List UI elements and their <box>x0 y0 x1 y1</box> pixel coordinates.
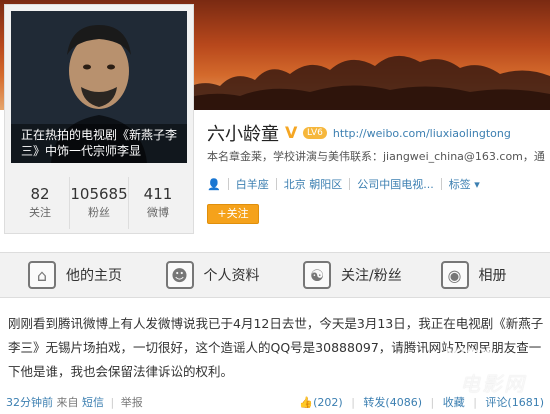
avatar-card: 正在热拍的电视剧《新燕子李三》中饰一代宗师李显 82 关注 105685 粉丝 … <box>4 4 194 234</box>
banner-trees-image <box>180 55 550 110</box>
camera-icon: ◉ <box>440 261 469 289</box>
profile-name: 六小龄童 <box>207 124 279 145</box>
tab-home[interactable]: ⌂ 他的主页 <box>0 253 138 297</box>
profile-contact: 本名章金莱，学校讲演与美伟联系：jiangwei_china@163.com，通 <box>207 150 545 163</box>
divider <box>227 178 229 190</box>
profile-stats: 82 关注 105685 粉丝 411 微博 <box>11 177 187 229</box>
profile-icon: ☻ <box>165 261 194 289</box>
tags-dropdown[interactable]: 标签 <box>449 176 471 192</box>
divider: | <box>351 396 355 409</box>
profile-name-row: 六小龄童 V LV6 http://weibo.com/liuxiaolingt… <box>207 120 511 146</box>
tab-label: 他的主页 <box>66 268 122 284</box>
post-source-link[interactable]: 短信 <box>82 396 104 409</box>
tab-follow[interactable]: ☯ 关注/粉丝 <box>275 253 413 297</box>
follow-icon: ☯ <box>303 261 331 289</box>
avatar[interactable]: 正在热拍的电视剧《新燕子李三》中饰一代宗师李显 <box>11 11 187 163</box>
like-button[interactable]: (202) <box>313 396 343 409</box>
company-tag[interactable]: 公司中国电视... <box>357 176 434 192</box>
repost-button[interactable]: 转发(4086) <box>363 396 422 409</box>
comment-button[interactable]: 评论(1681) <box>485 396 544 409</box>
divider: | <box>473 396 477 409</box>
report-link[interactable]: 举报 <box>121 396 143 409</box>
divider: | <box>430 396 435 409</box>
tab-label: 个人资料 <box>203 268 260 284</box>
tab-profile[interactable]: ☻ 个人资料 <box>138 253 276 297</box>
post-meta: 32分钟前 来自 短信 | 举报 <box>6 394 143 410</box>
location-tag[interactable]: 北京 朝阳区 <box>284 176 343 192</box>
stat-label: 粉丝 <box>88 206 110 219</box>
follow-label: 关注 <box>226 207 249 220</box>
stat-label: 关注 <box>29 206 51 219</box>
divider: | <box>110 396 115 409</box>
post-time-link[interactable]: 32分钟前 <box>6 396 53 409</box>
stat-posts[interactable]: 411 微博 <box>129 177 187 229</box>
divider <box>440 178 442 190</box>
zodiac-tag[interactable]: 白羊座 <box>236 176 269 192</box>
tab-label: 关注/粉丝 <box>341 268 402 284</box>
follow-button[interactable]: +关注 <box>207 204 259 224</box>
source-prefix: 来自 <box>56 396 79 409</box>
profile-tabs: ⌂ 他的主页 ☻ 个人资料 ☯ 关注/粉丝 ◉ 相册 <box>0 252 550 298</box>
stat-followers[interactable]: 105685 粉丝 <box>70 177 129 229</box>
tab-album[interactable]: ◉ 相册 <box>413 253 550 297</box>
chevron-down-icon[interactable]: ▾ <box>471 178 480 191</box>
home-icon: ⌂ <box>28 261 56 289</box>
favorite-button[interactable]: 收藏 <box>443 396 465 409</box>
tab-label: 相册 <box>478 268 507 284</box>
divider <box>349 178 351 190</box>
plus-icon: + <box>217 207 227 220</box>
person-icon: 👤 <box>207 177 221 191</box>
stat-value: 82 <box>30 185 50 203</box>
level-badge[interactable]: LV6 <box>303 127 327 139</box>
stat-value: 105685 <box>70 185 128 203</box>
thumbs-up-icon[interactable]: 👍 <box>299 396 313 409</box>
stat-value: 411 <box>143 185 173 203</box>
watermark-text: 电影网 <box>460 372 526 396</box>
verified-icon[interactable]: V <box>285 125 301 141</box>
stat-following[interactable]: 82 关注 <box>11 177 70 229</box>
divider <box>275 178 277 190</box>
profile-tags-row: 👤 白羊座 北京 朝阳区 公司中国电视... 标签 ▾ <box>207 176 480 192</box>
watermark-logo: M1905 <box>444 347 494 362</box>
stat-label: 微博 <box>147 206 169 219</box>
homepage-link[interactable]: http://weibo.com/liuxiaolingtong <box>333 127 511 140</box>
avatar-caption: 正在热拍的电视剧《新燕子李三》中饰一代宗师李显 <box>11 124 187 163</box>
